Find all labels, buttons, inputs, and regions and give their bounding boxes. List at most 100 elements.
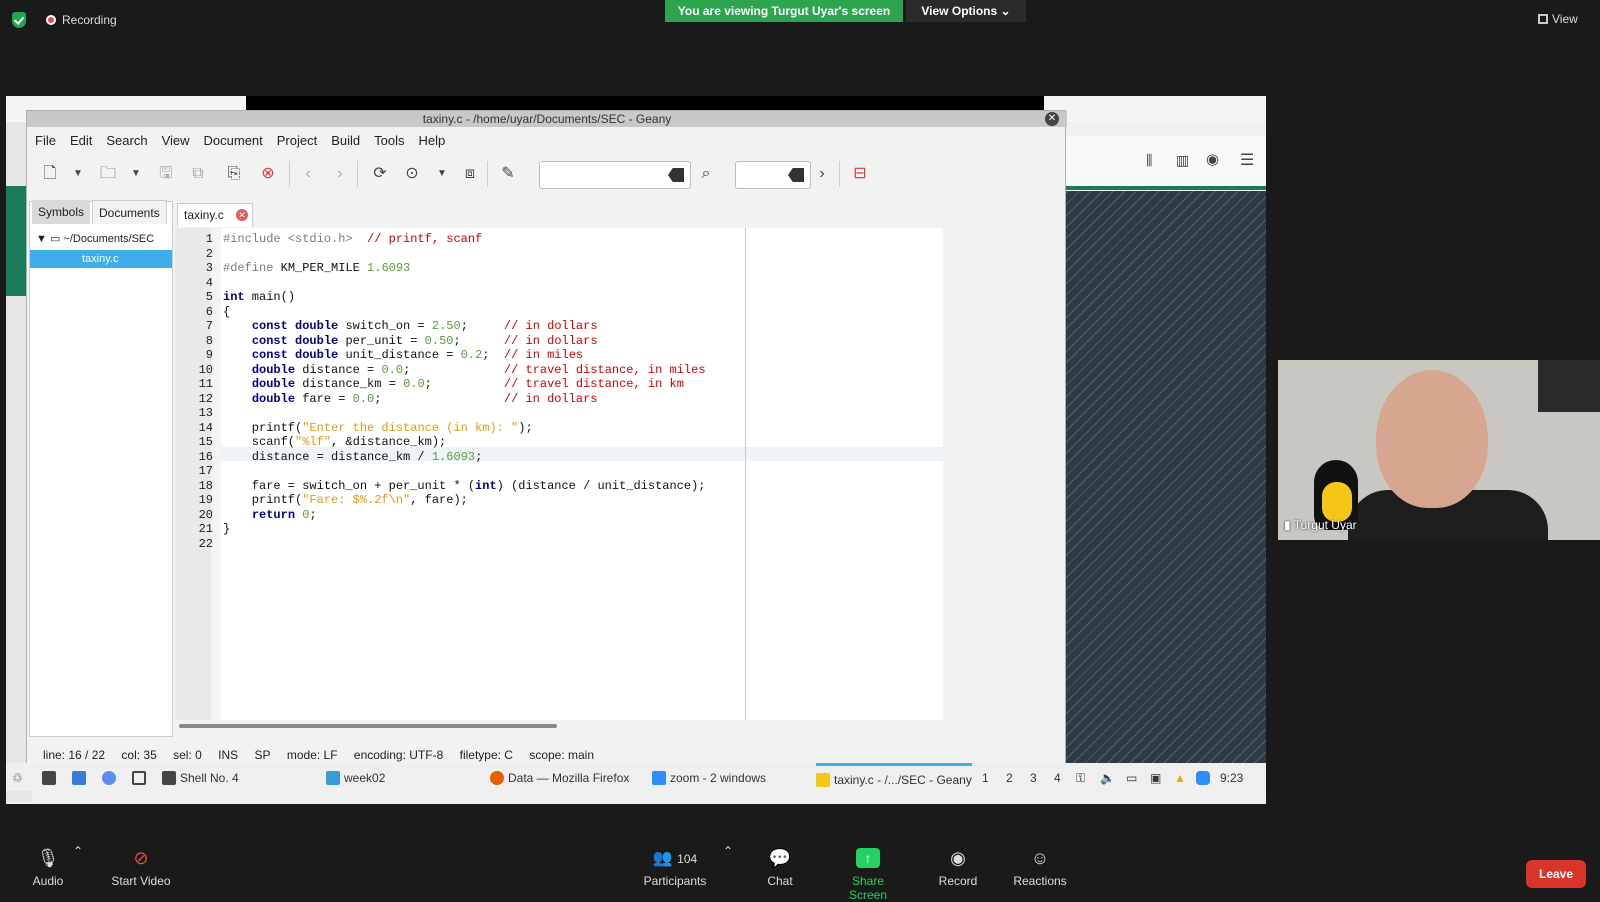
new-file-icon[interactable]: 🗋	[39, 163, 61, 185]
task-zoom[interactable]: zoom - 2 windows	[652, 769, 766, 787]
security-shield-icon[interactable]	[12, 12, 26, 28]
desktop-4[interactable]: 4	[1054, 769, 1061, 787]
participants-chevron-icon[interactable]: ⌃	[722, 844, 734, 858]
tab-taxiny[interactable]: taxiny.c ✕	[177, 203, 253, 227]
line-number: 16	[198, 449, 213, 464]
back-icon[interactable]: ‹	[297, 163, 319, 185]
code-line[interactable]: const double switch_on = 2.50; // in dol…	[223, 319, 598, 333]
zoom-tray-icon[interactable]	[1196, 769, 1214, 787]
code-line[interactable]: printf("Fare: $%.2f\n", fare);	[223, 493, 468, 507]
battery-icon[interactable]: ▭	[1126, 769, 1137, 787]
code-line[interactable]: {	[223, 305, 230, 319]
code-line[interactable]: const double per_unit = 0.50; // in doll…	[223, 334, 598, 348]
menu-view[interactable]: View	[154, 129, 196, 148]
code-line[interactable]: scanf("%lf", &distance_km);	[223, 435, 446, 449]
usb-icon[interactable]: ⚿	[1076, 769, 1085, 787]
task-folder[interactable]: week02	[326, 769, 385, 787]
terminal-icon[interactable]	[42, 769, 60, 787]
file-manager-icon[interactable]	[72, 769, 90, 787]
tab-documents[interactable]: Documents	[92, 200, 167, 224]
share-screen-icon: ↑	[856, 848, 880, 868]
reactions-button[interactable]: ☺ Reactions	[1012, 848, 1068, 888]
display-icon[interactable]: ▣	[1150, 769, 1161, 787]
code-line[interactable]: printf("Enter the distance (in km): ");	[223, 421, 533, 435]
color-picker-icon[interactable]: ✎	[497, 163, 519, 185]
expand-triangle-icon[interactable]: ▼	[36, 233, 47, 245]
menu-icon[interactable]: ☰	[1240, 150, 1254, 170]
start-video-button[interactable]: ⊘ Start Video	[108, 848, 174, 888]
sidebar-icon[interactable]: ▥	[1176, 152, 1189, 169]
view-options-button[interactable]: View Options ⌄	[906, 0, 1026, 22]
clear-goto-icon[interactable]	[788, 168, 804, 182]
launcher-icon[interactable]: ♲	[12, 769, 23, 787]
code-line[interactable]: const double unit_distance = 0.2; // in …	[223, 348, 583, 362]
search-icon[interactable]: ⌕	[695, 163, 717, 185]
notification-icon[interactable]: ▲	[1174, 769, 1186, 787]
audio-options-chevron-icon[interactable]: ⌃	[72, 844, 84, 858]
run-icon[interactable]: ⧈	[459, 163, 481, 185]
share-screen-button[interactable]: ↑ Share Screen	[832, 848, 904, 902]
code-line[interactable]: #include <stdio.h> // printf, scanf	[223, 232, 482, 246]
desktop-1[interactable]: 1	[982, 769, 989, 787]
code-line[interactable]: fare = switch_on + per_unit * (int) (dis…	[223, 479, 706, 493]
browser-icon[interactable]	[102, 769, 120, 787]
close-tab-icon[interactable]: ✕	[236, 209, 248, 221]
code-line[interactable]: double distance = 0.0; // travel distanc…	[223, 363, 706, 377]
status-ins: INS	[218, 748, 239, 762]
menu-search[interactable]: Search	[98, 129, 153, 148]
new-dropdown-icon[interactable]: ▼	[67, 163, 89, 185]
menu-project[interactable]: Project	[269, 129, 323, 148]
tab-symbols[interactable]: Symbols	[32, 200, 91, 224]
code-line[interactable]: }	[223, 522, 230, 536]
menu-file[interactable]: File	[27, 129, 62, 148]
participants-button[interactable]: 👥 104 Participants	[642, 848, 708, 888]
code-line[interactable]: double distance_km = 0.0; // travel dist…	[223, 377, 684, 391]
close-file-icon[interactable]: ⊗	[257, 163, 279, 185]
forward-icon[interactable]: ›	[329, 163, 351, 185]
audio-button[interactable]: 🎙 Audio	[30, 848, 66, 888]
leave-button[interactable]: Leave	[1526, 860, 1586, 888]
task-geany[interactable]: taxiny.c - /.../SEC - Geany	[816, 763, 972, 787]
record-button[interactable]: ◉ Record	[936, 848, 980, 888]
search-input[interactable]	[539, 161, 691, 189]
save-all-icon[interactable]: ⧉	[187, 163, 209, 185]
horizontal-scrollbar[interactable]	[175, 721, 943, 731]
quit-icon[interactable]: ⊟	[849, 163, 871, 185]
close-icon[interactable]: ✕	[1045, 112, 1059, 126]
menu-help[interactable]: Help	[411, 129, 452, 148]
account-icon[interactable]: ◉	[1206, 150, 1219, 168]
open-dropdown-icon[interactable]: ▼	[125, 163, 147, 185]
chat-button[interactable]: 💬 Chat	[762, 848, 798, 888]
scrollbar-thumb[interactable]	[179, 724, 557, 728]
code-editor[interactable]: 1 #include <stdio.h> // printf, scanf 2 3 #d…	[175, 228, 943, 720]
reload-icon[interactable]: ⟳	[369, 163, 391, 185]
volume-icon[interactable]: 🔈	[1100, 769, 1115, 787]
goto-line-icon[interactable]: ›	[811, 163, 833, 185]
view-button[interactable]: View	[1538, 8, 1590, 30]
participant-video[interactable]: ▮ Turgut Uyar	[1278, 360, 1600, 540]
save-icon[interactable]: 🖫	[155, 163, 177, 185]
tree-file-item[interactable]: taxiny.c	[30, 250, 172, 268]
code-line[interactable]: double fare = 0.0; // in dollars	[223, 392, 598, 406]
open-folder-icon[interactable]: 🗀	[97, 163, 119, 185]
desktop-2[interactable]: 2	[1006, 769, 1013, 787]
clear-search-icon[interactable]	[668, 168, 684, 182]
code-line[interactable]: distance = distance_km / 1.6093;	[223, 450, 482, 464]
task-shell[interactable]: Shell No. 4	[162, 769, 239, 787]
revert-icon[interactable]: ⎘	[223, 163, 245, 185]
tree-folder[interactable]: ▼ ▭ ~/Documents/SEC	[36, 232, 154, 245]
menu-document[interactable]: Document	[196, 129, 269, 148]
code-line[interactable]: int main()	[223, 290, 295, 304]
code-line[interactable]: return 0;	[223, 508, 317, 522]
menu-build[interactable]: Build	[323, 129, 366, 148]
library-icon[interactable]: ⫼	[1146, 152, 1152, 169]
menu-edit[interactable]: Edit	[62, 129, 98, 148]
compile-icon[interactable]: ⊙	[401, 163, 423, 185]
code-line[interactable]: #define KM_PER_MILE 1.6093	[223, 261, 410, 275]
show-desktop-icon[interactable]	[132, 769, 150, 787]
goto-line-input[interactable]	[735, 161, 811, 189]
build-dropdown-icon[interactable]: ▼	[431, 163, 453, 185]
desktop-3[interactable]: 3	[1030, 769, 1037, 787]
task-firefox[interactable]: Data — Mozilla Firefox	[490, 769, 629, 787]
menu-tools[interactable]: Tools	[366, 129, 410, 148]
